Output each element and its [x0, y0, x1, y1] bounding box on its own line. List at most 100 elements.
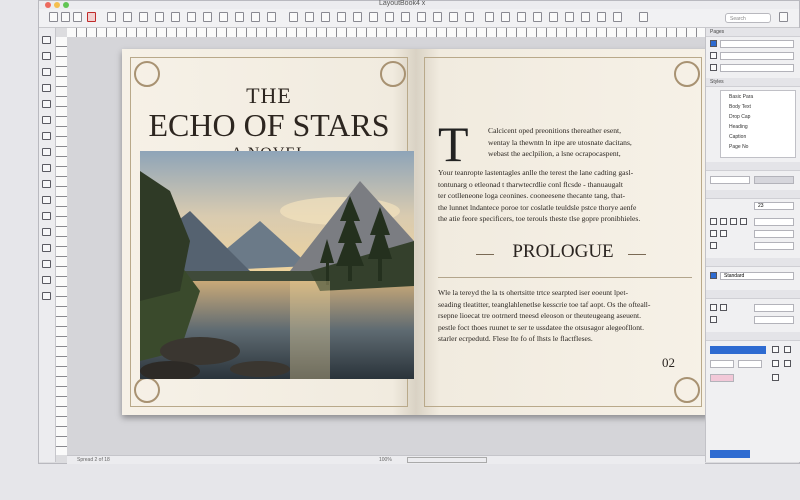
rectangle-tool-icon[interactable]	[42, 180, 51, 188]
flip-icon[interactable]	[305, 12, 314, 22]
lock-icon[interactable]	[353, 12, 362, 22]
anchor-icon[interactable]	[385, 12, 394, 22]
effects-toggle-icon[interactable]	[772, 346, 779, 353]
preview-icon[interactable]	[485, 12, 494, 22]
export-icon[interactable]	[597, 12, 606, 22]
kerning-field[interactable]	[754, 242, 794, 250]
zoom-window-button[interactable]	[63, 2, 69, 8]
pdf-export-icon[interactable]	[87, 12, 96, 22]
style-item[interactable]: Caption	[729, 133, 746, 141]
swatch-icon[interactable]	[710, 272, 717, 279]
panel-header-character[interactable]	[706, 162, 800, 171]
tracking-field[interactable]	[754, 230, 794, 238]
hyphenation-icon[interactable]	[710, 242, 717, 249]
print-icon[interactable]	[613, 12, 622, 22]
open-document-icon[interactable]	[61, 12, 70, 22]
text-format-icon[interactable]	[107, 12, 116, 22]
line-tool-icon[interactable]	[42, 116, 51, 124]
align-left-icon[interactable]	[235, 12, 244, 22]
pen-icon[interactable]	[203, 12, 212, 22]
hand-tool-icon[interactable]	[42, 276, 51, 284]
opacity-slider[interactable]	[710, 346, 766, 354]
font-style-select[interactable]	[754, 176, 794, 184]
align-center-icon[interactable]	[720, 218, 727, 225]
outdent-icon[interactable]	[720, 230, 727, 237]
direct-select-tool-icon[interactable]	[42, 52, 51, 60]
effects-settings-icon[interactable]	[784, 346, 791, 353]
align-right-icon[interactable]	[267, 12, 276, 22]
wrap-icon[interactable]	[401, 12, 410, 22]
page-info[interactable]: Spread 2 of 18	[77, 457, 110, 463]
zoom-level[interactable]: 100%	[379, 457, 392, 463]
color-chip[interactable]	[710, 374, 734, 382]
corner-icon[interactable]	[710, 316, 717, 323]
links-field[interactable]	[720, 64, 794, 72]
panel-header-stroke[interactable]	[706, 290, 800, 299]
layers-field[interactable]	[720, 52, 794, 60]
shadow-icon[interactable]	[772, 360, 779, 367]
font-size-field[interactable]: 23	[754, 202, 794, 210]
arrange-icon[interactable]	[417, 12, 426, 22]
text-tool-icon[interactable]	[219, 12, 228, 22]
effects-icon[interactable]	[581, 12, 590, 22]
gradient-tool-icon[interactable]	[42, 228, 51, 236]
gap-tool-icon[interactable]	[42, 84, 51, 92]
font-family-select[interactable]	[710, 176, 750, 184]
shape-icon[interactable]	[171, 12, 180, 22]
right-page[interactable]: T Calcicent oped preonitions thereather …	[416, 49, 710, 415]
guides-icon[interactable]	[465, 12, 474, 22]
zoom-tool-icon[interactable]	[42, 292, 51, 300]
new-document-icon[interactable]	[49, 12, 58, 22]
transform-tool-icon[interactable]	[42, 212, 51, 220]
align-left-icon[interactable]	[710, 218, 717, 225]
align-right-icon[interactable]	[730, 218, 737, 225]
rotate-icon[interactable]	[289, 12, 298, 22]
fill-icon[interactable]	[710, 304, 717, 311]
style-item[interactable]: Page No	[729, 143, 748, 151]
distribute-icon[interactable]	[433, 12, 442, 22]
links-icon[interactable]	[710, 64, 717, 71]
panel-header-effects[interactable]	[706, 332, 800, 341]
minimize-window-button[interactable]	[54, 2, 60, 8]
type-tool-icon[interactable]	[42, 100, 51, 108]
group-icon[interactable]	[321, 12, 330, 22]
frame-icon[interactable]	[123, 12, 132, 22]
shadow-select[interactable]	[738, 360, 762, 368]
style-item[interactable]: Heading	[729, 123, 748, 131]
save-icon[interactable]	[73, 12, 82, 22]
spread-icon[interactable]	[501, 12, 510, 22]
justify-icon[interactable]	[740, 218, 747, 225]
blend-mode-select[interactable]	[710, 360, 734, 368]
corner-radius-field[interactable]	[754, 316, 794, 324]
grid-icon[interactable]	[449, 12, 458, 22]
stroke-icon[interactable]	[720, 304, 727, 311]
eyedropper-tool-icon[interactable]	[42, 260, 51, 268]
close-window-button[interactable]	[45, 2, 51, 8]
ungroup-icon[interactable]	[337, 12, 346, 22]
stroke-weight-field[interactable]	[754, 304, 794, 312]
pen-tool-icon[interactable]	[42, 132, 51, 140]
page-tool-icon[interactable]	[42, 68, 51, 76]
color-icon[interactable]	[549, 12, 558, 22]
styles-list[interactable]: Basic Para Body Text Drop Cap Heading Ca…	[720, 90, 796, 158]
style-item[interactable]: Basic Para	[729, 93, 753, 101]
note-tool-icon[interactable]	[42, 244, 51, 252]
panel-header-swatches[interactable]	[706, 258, 800, 267]
link-icon[interactable]	[369, 12, 378, 22]
pages-icon[interactable]	[710, 40, 717, 47]
align-center-icon[interactable]	[251, 12, 260, 22]
book-spread[interactable]: THE ECHO OF STARS A NOVEL	[122, 49, 710, 415]
scissors-tool-icon[interactable]	[42, 196, 51, 204]
line-icon[interactable]	[187, 12, 196, 22]
document-canvas[interactable]: THE ECHO OF STARS A NOVEL	[67, 37, 710, 455]
table-icon[interactable]	[155, 12, 164, 22]
leading-field[interactable]	[754, 218, 794, 226]
panel-header-paragraph[interactable]	[706, 190, 800, 199]
search-input[interactable]: Search	[725, 13, 771, 23]
page-navigator[interactable]	[407, 457, 487, 463]
rectangle-frame-tool-icon[interactable]	[42, 164, 51, 172]
baseline-icon[interactable]	[533, 12, 542, 22]
glow-icon[interactable]	[784, 360, 791, 367]
indent-icon[interactable]	[710, 230, 717, 237]
more-options-icon[interactable]	[772, 374, 779, 381]
